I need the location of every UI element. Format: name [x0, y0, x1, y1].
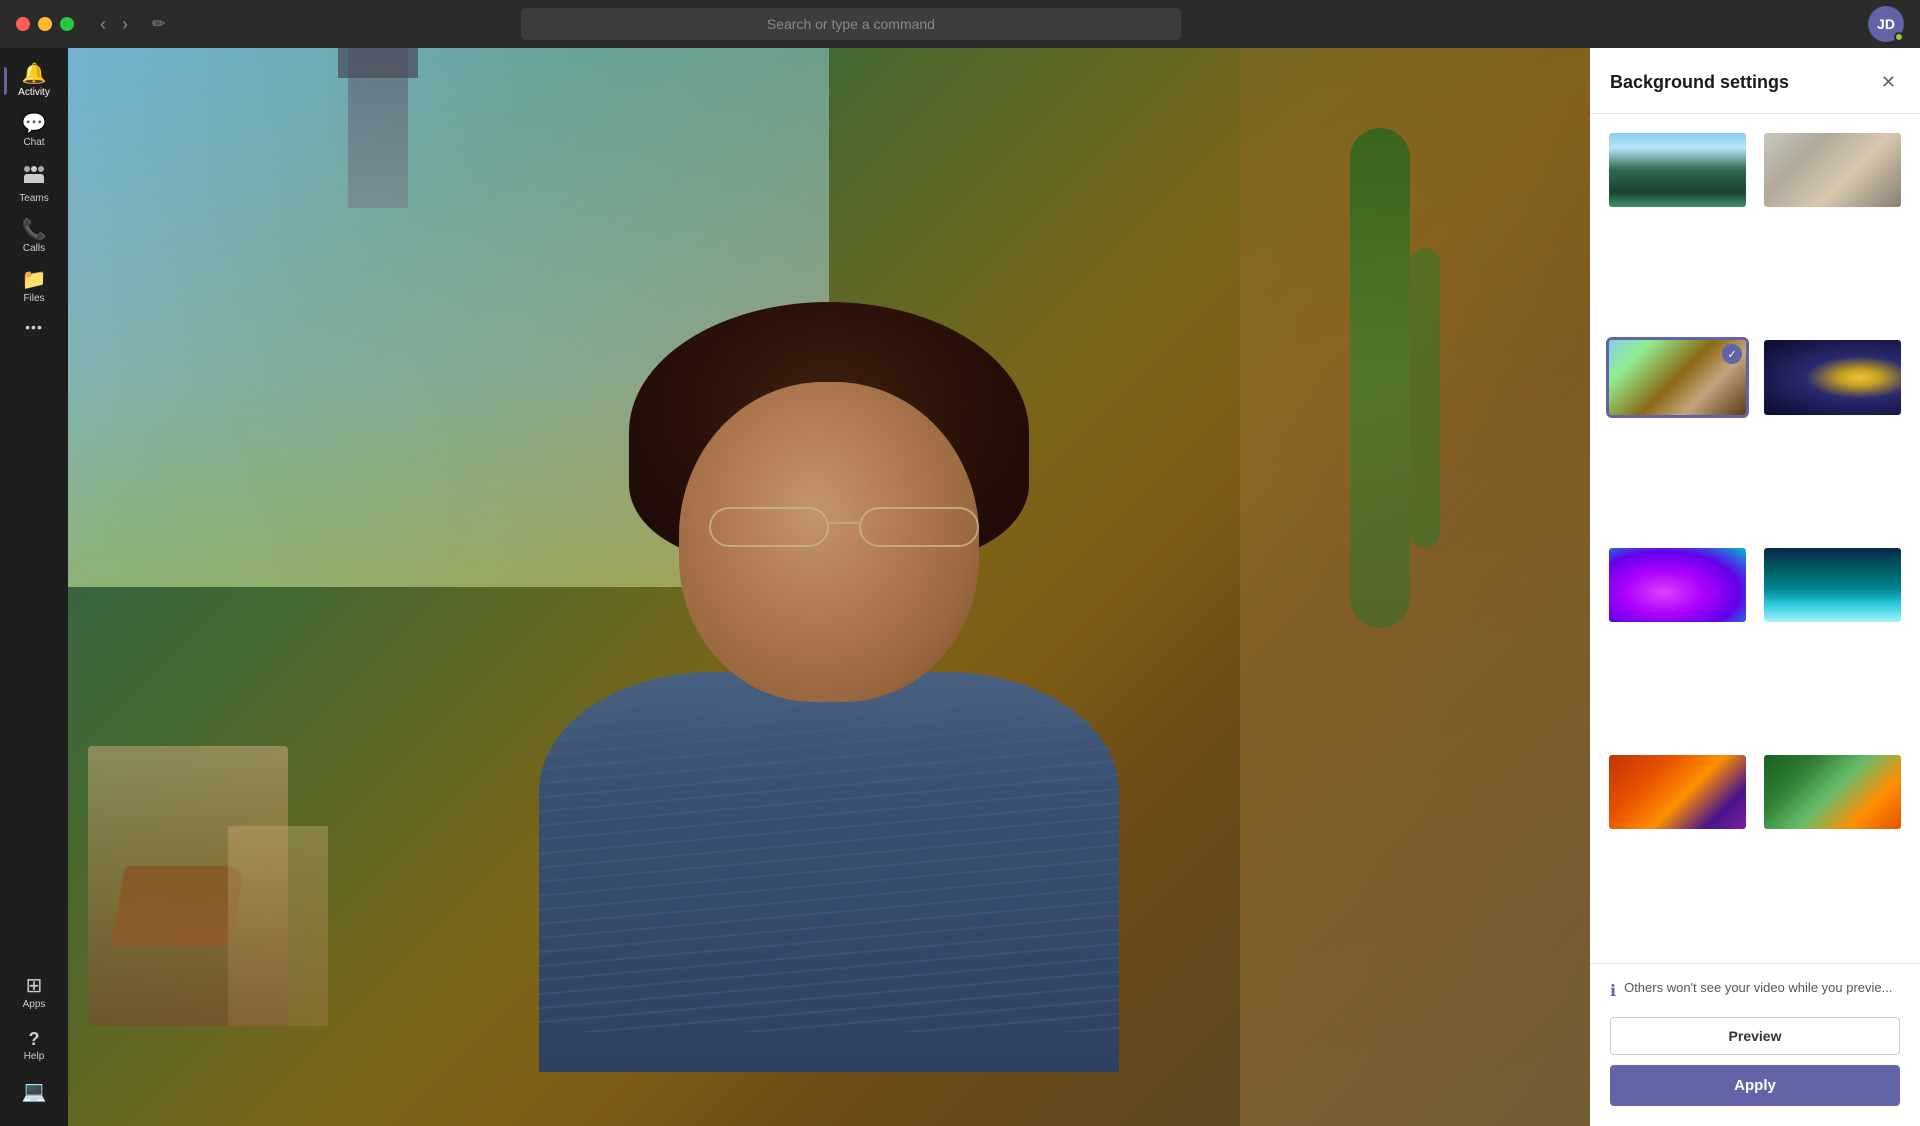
sidebar-item-calls-label: Calls: [23, 243, 45, 254]
sidebar-item-more[interactable]: •••: [4, 312, 64, 342]
panel-footer: ℹ Others won't see your video while you …: [1590, 963, 1920, 1126]
sidebar-item-apps-label: Apps: [23, 999, 46, 1010]
bg-thumb-2-img: [1764, 133, 1901, 207]
panel-title: Background settings: [1610, 72, 1789, 93]
background-option-4[interactable]: [1761, 337, 1904, 417]
sidebar-item-files[interactable]: 📁 Files: [4, 262, 64, 312]
nav-buttons: ‹ ›: [94, 10, 134, 39]
bg-thumb-5-img: [1609, 548, 1746, 622]
chat-icon: 💬: [22, 114, 47, 134]
background-grid: ✓: [1590, 114, 1920, 963]
bg-thumb-7-img: [1609, 755, 1746, 829]
files-icon: 📁: [22, 270, 47, 290]
info-icon: ℹ: [1610, 981, 1616, 1001]
teams-icon: [23, 164, 45, 190]
panel-header: Background settings ✕: [1590, 48, 1920, 114]
apps-icon: ⊞: [26, 976, 43, 996]
background-option-2[interactable]: [1761, 130, 1904, 210]
avatar-area: JD: [1868, 6, 1904, 42]
traffic-lights: [16, 17, 74, 31]
sidebar-item-help-label: Help: [24, 1051, 45, 1062]
video-area: 03:05 •••: [68, 48, 1590, 1126]
sidebar-item-apps[interactable]: ⊞ Apps: [4, 968, 64, 1018]
bg-thumb-6-img: [1764, 548, 1901, 622]
sidebar-item-activity-label: Activity: [18, 87, 50, 98]
sidebar-item-chat-label: Chat: [23, 137, 44, 148]
sidebar-item-teams[interactable]: Teams: [4, 156, 64, 212]
sidebar: 🔔 Activity 💬 Chat Teams 📞 Calls 📁: [0, 48, 68, 1126]
back-button[interactable]: ‹: [94, 10, 112, 39]
background-option-3[interactable]: ✓: [1606, 337, 1749, 417]
sidebar-item-teams-label: Teams: [19, 193, 48, 204]
background-settings-panel: Background settings ✕ ✓: [1590, 48, 1920, 1126]
more-icon: •••: [25, 320, 43, 334]
bg-thumb-1-img: [1609, 133, 1746, 207]
search-input[interactable]: [521, 8, 1181, 40]
sidebar-item-calls[interactable]: 📞 Calls: [4, 212, 64, 262]
minimize-window-button[interactable]: [38, 17, 52, 31]
titlebar: ‹ › ✏ JD: [0, 0, 1920, 48]
device-icon: 💻: [22, 1082, 47, 1102]
background-option-8[interactable]: [1761, 752, 1904, 832]
sidebar-item-device[interactable]: 💻: [4, 1074, 64, 1110]
sidebar-item-activity[interactable]: 🔔 Activity: [4, 56, 64, 106]
preview-button[interactable]: Preview: [1610, 1017, 1900, 1055]
video-background: [68, 48, 1590, 1126]
background-option-7[interactable]: [1606, 752, 1749, 832]
info-text: Others won't see your video while you pr…: [1624, 980, 1892, 995]
forward-button[interactable]: ›: [116, 10, 134, 39]
background-option-1[interactable]: [1606, 130, 1749, 210]
compose-button[interactable]: ✏: [146, 10, 171, 38]
main-layout: 🔔 Activity 💬 Chat Teams 📞 Calls 📁: [0, 48, 1920, 1126]
sidebar-item-help[interactable]: ? Help: [4, 1022, 64, 1070]
bg-thumb-8-img: [1764, 755, 1901, 829]
close-panel-button[interactable]: ✕: [1877, 68, 1900, 97]
sidebar-item-chat[interactable]: 💬 Chat: [4, 106, 64, 156]
bg-thumb-4-img: [1764, 340, 1901, 414]
background-option-5[interactable]: [1606, 545, 1749, 625]
sidebar-item-files-label: Files: [23, 293, 44, 304]
maximize-window-button[interactable]: [60, 17, 74, 31]
activity-icon: 🔔: [22, 64, 47, 84]
presence-indicator: [1894, 32, 1904, 42]
video-participant: [68, 48, 1590, 1126]
background-option-6[interactable]: [1761, 545, 1904, 625]
apply-button[interactable]: Apply: [1610, 1065, 1900, 1106]
calls-icon: 📞: [22, 220, 47, 240]
info-row: ℹ Others won't see your video while you …: [1610, 980, 1900, 1001]
sidebar-bottom: ⊞ Apps ? Help 💻: [4, 968, 64, 1118]
help-icon: ?: [29, 1030, 40, 1048]
close-window-button[interactable]: [16, 17, 30, 31]
